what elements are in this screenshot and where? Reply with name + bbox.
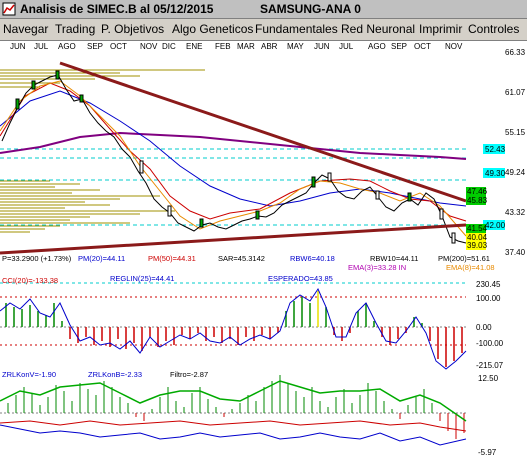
month-label: MAR bbox=[237, 42, 255, 51]
level-tag: 45.83 bbox=[467, 196, 488, 205]
menu-algo-geneticos[interactable]: Algo Geneticos bbox=[172, 22, 253, 36]
level-tags: 52.43 49.30 47.46 45.83 42.00 41.54 40.0… bbox=[466, 144, 506, 250]
menu-objetivos[interactable]: P. Objetivos bbox=[101, 22, 164, 36]
zrl-axis: 12.50 -5.97 bbox=[478, 374, 499, 457]
month-label: JUN bbox=[314, 42, 330, 51]
readout-rbw6: RBW6=40.18 bbox=[290, 254, 335, 263]
readout-pm20: PM(20)=44.11 bbox=[78, 254, 125, 263]
price-axis-label: 43.32 bbox=[505, 208, 526, 217]
readout-price: P=33.2900 (+1.73%) bbox=[2, 254, 72, 263]
zrl-blue-line bbox=[0, 424, 467, 446]
month-label: MAY bbox=[287, 42, 304, 51]
price-axis: 66.33 61.07 55.15 49.24 43.32 37.40 bbox=[505, 48, 526, 257]
month-label: FEB bbox=[215, 42, 231, 51]
level-tag: 47.46 bbox=[467, 187, 488, 196]
zrl-axis-label: -5.97 bbox=[478, 448, 497, 457]
window-title: Analisis de SIMEC.B al 05/12/2015 bbox=[20, 2, 214, 16]
month-label: NOV bbox=[140, 42, 158, 51]
menu-trading[interactable]: Trading bbox=[55, 22, 95, 36]
menu-navegar[interactable]: Navegar bbox=[3, 22, 48, 36]
readout-pm200: PM(200)=51.61 bbox=[438, 254, 490, 263]
month-label: JUL bbox=[34, 42, 49, 51]
zrl-axis-label: 12.50 bbox=[478, 374, 499, 383]
app-icon bbox=[2, 2, 16, 16]
price-axis-label: 55.15 bbox=[505, 128, 526, 137]
menu-fundamentales[interactable]: Fundamentales bbox=[255, 22, 338, 36]
price-axis-label: 61.07 bbox=[505, 88, 526, 97]
cci-axis-label: -100.00 bbox=[476, 339, 504, 348]
price-axis-label: 49.24 bbox=[505, 168, 526, 177]
month-label: SEP bbox=[391, 42, 407, 51]
level-tag: 41.54 bbox=[467, 224, 488, 233]
zrlkonv-label: ZRLKonV=-1.90 bbox=[2, 370, 56, 379]
zrl-histogram bbox=[7, 375, 465, 439]
month-label: DIC bbox=[162, 42, 176, 51]
readout-pm50: PM(50)=44.31 bbox=[148, 254, 196, 263]
symbol-title: SAMSUNG-ANA 0 bbox=[260, 2, 361, 16]
cci-label: CCI(20)=-133.38 bbox=[2, 276, 58, 285]
cci-axis-label: 230.45 bbox=[476, 280, 501, 289]
esperado-label: ESPERADO=43.85 bbox=[268, 274, 333, 283]
month-label: NOV bbox=[445, 42, 463, 51]
price-axis-label: 37.40 bbox=[505, 248, 526, 257]
title-bar: Analisis de SIMEC.B al 05/12/2015 SAMSUN… bbox=[0, 0, 527, 19]
zrl-labels: ZRLKonV=-1.90 ZRLKonB=-2.33 Filtro=-2.87 bbox=[2, 370, 208, 379]
chart-area: JUN JUL AGO SEP OCT NOV DIC ENE FEB MAR … bbox=[0, 42, 526, 457]
cci-axis-label: 100.00 bbox=[476, 294, 501, 303]
readout-ema8: EMA(8)=41.08 bbox=[446, 263, 495, 272]
menu-imprimir[interactable]: Imprimir bbox=[419, 22, 462, 36]
level-tag: 49.30 bbox=[485, 169, 506, 178]
cci-axis: 230.45 100.00 0.00 -100.00 -215.07 bbox=[476, 280, 504, 370]
price-panel: 52.43 49.30 47.46 45.83 42.00 41.54 40.0… bbox=[0, 48, 526, 272]
menu-controles[interactable]: Controles bbox=[468, 22, 519, 36]
month-label: SEP bbox=[87, 42, 103, 51]
readout-ema3: EMA(3)=33.28 IN bbox=[348, 263, 406, 272]
zrlkonb-label: ZRLKonB=-2.33 bbox=[88, 370, 142, 379]
month-label: OCT bbox=[110, 42, 127, 51]
level-tag: 42.00 bbox=[485, 221, 506, 230]
zrl-red-line bbox=[0, 420, 467, 432]
level-tag: 52.43 bbox=[485, 145, 506, 154]
readout-sar: SAR=45.3142 bbox=[218, 254, 265, 263]
zrl-panel: ZRLKonV=-1.90 ZRLKonB=-2.33 Filtro=-2.87… bbox=[0, 370, 499, 457]
price-axis-label: 66.33 bbox=[505, 48, 526, 57]
menu-bar: Navegar Trading P. Objetivos Algo Geneti… bbox=[0, 19, 527, 41]
filtro-label: Filtro=-2.87 bbox=[170, 370, 208, 379]
month-label: ABR bbox=[261, 42, 278, 51]
month-label: JUL bbox=[339, 42, 354, 51]
month-label: OCT bbox=[414, 42, 431, 51]
cci-panel: CCI(20)=-133.38 REGLIN(25)=44.41 ESPERAD… bbox=[0, 274, 504, 370]
readout-rbw10: RBW10=44.11 bbox=[370, 254, 418, 263]
price-readout: P=33.2900 (+1.73%) PM(20)=44.11 PM(50)=4… bbox=[2, 254, 495, 272]
cci-axis-label: -215.07 bbox=[476, 361, 504, 370]
cci-axis-label: 0.00 bbox=[476, 323, 492, 332]
level-tag: 39.03 bbox=[467, 241, 488, 250]
month-label: JUN bbox=[10, 42, 26, 51]
month-label: ENE bbox=[186, 42, 202, 51]
menu-red-neuronal[interactable]: Red Neuronal bbox=[341, 22, 415, 36]
cci-histogram bbox=[5, 291, 463, 367]
zrl-green-line bbox=[0, 380, 467, 422]
month-axis: JUN JUL AGO SEP OCT NOV DIC ENE FEB MAR … bbox=[10, 42, 463, 51]
month-label: AGO bbox=[58, 42, 76, 51]
month-label: AGO bbox=[368, 42, 386, 51]
reglin-label: REGLIN(25)=44.41 bbox=[110, 274, 174, 283]
